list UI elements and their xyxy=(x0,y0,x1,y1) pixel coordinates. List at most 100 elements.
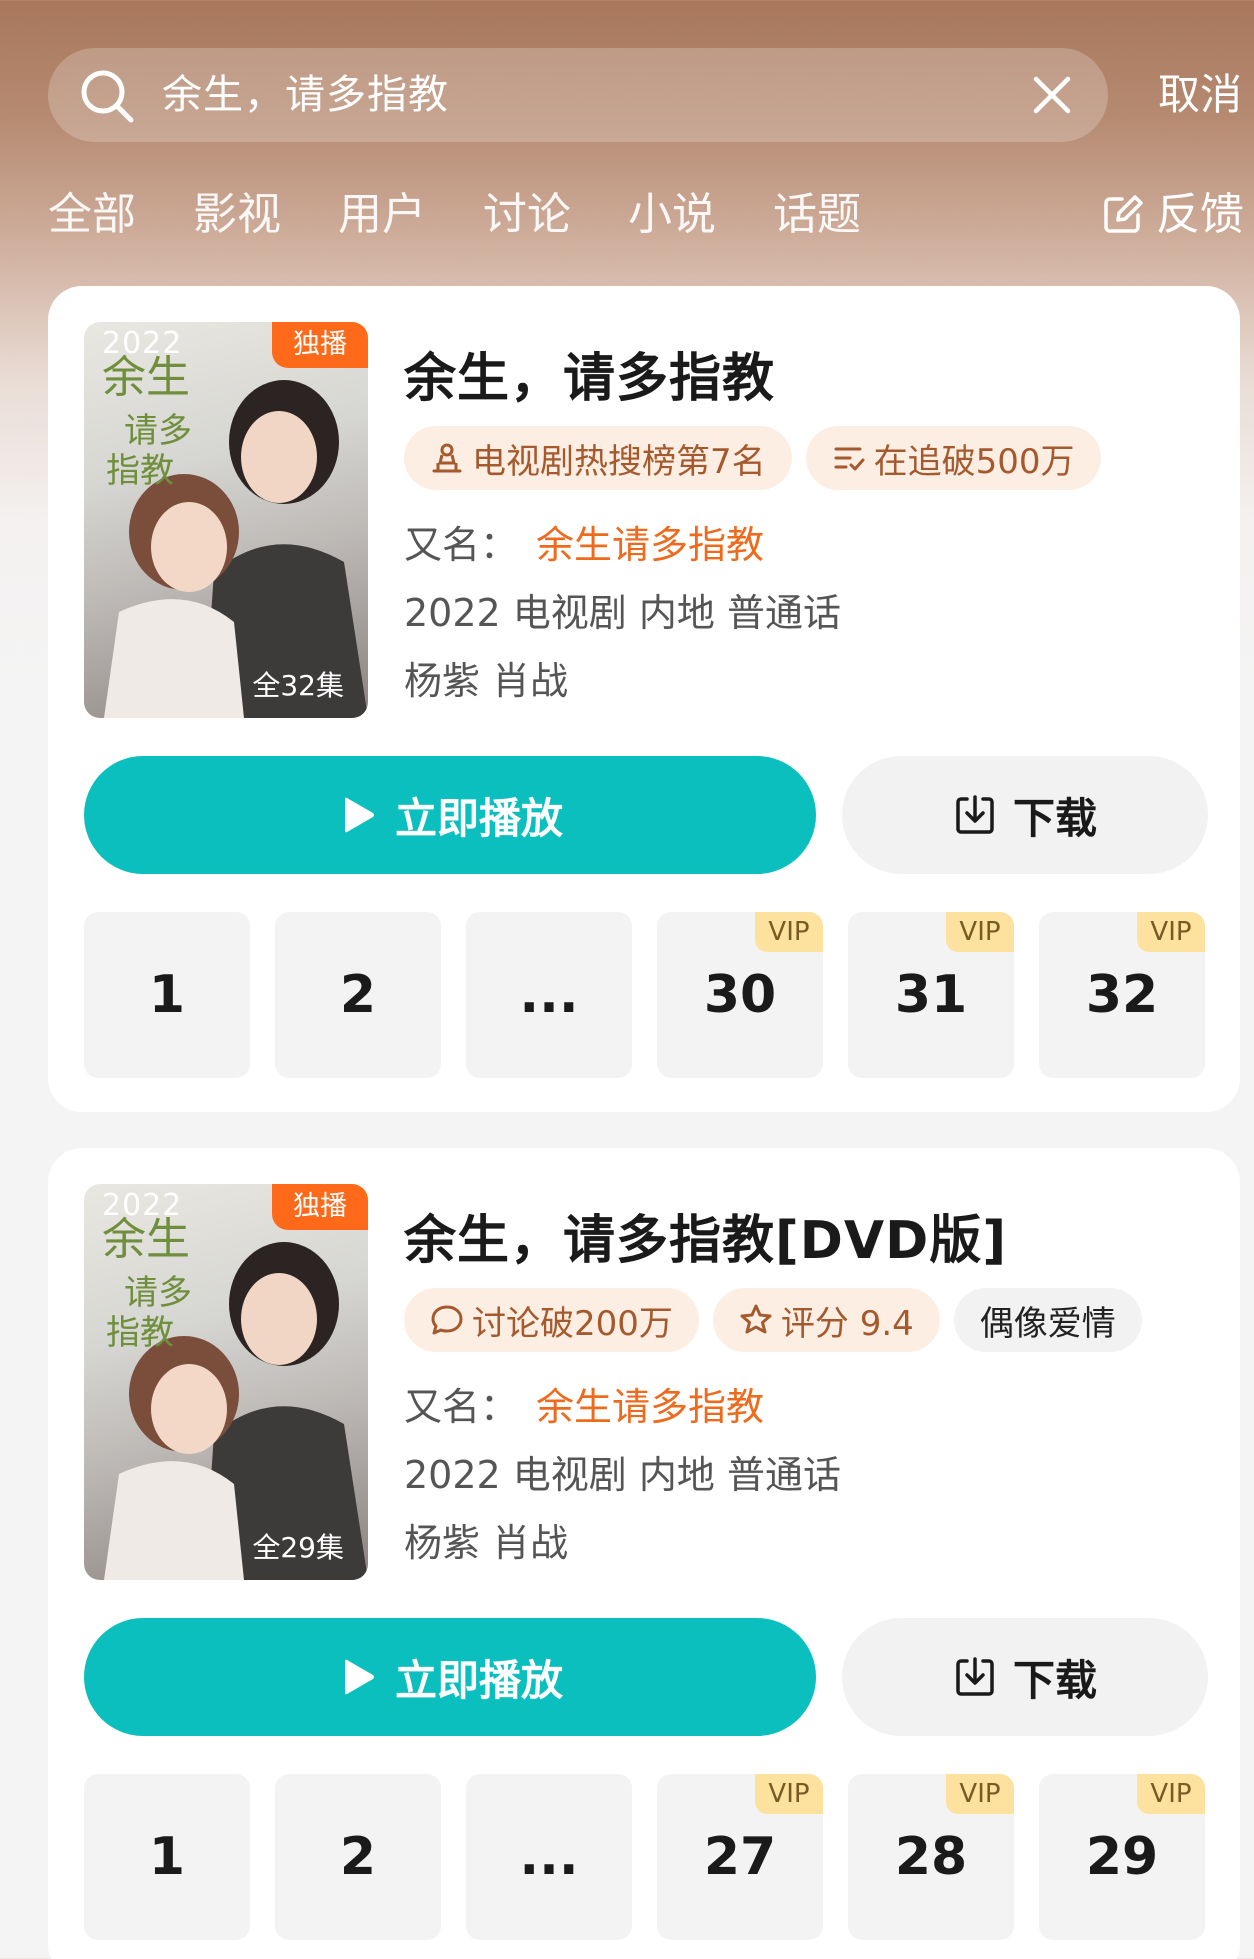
episode-button[interactable]: VIP 30 xyxy=(657,912,823,1078)
clear-icon[interactable] xyxy=(1032,75,1072,115)
episode-number: 1 xyxy=(148,1827,186,1887)
episode-button[interactable]: 2 xyxy=(275,912,441,1078)
svg-text:指教: 指教 xyxy=(106,1313,174,1353)
tag-row: 讨论破200万 评分 9.4 偶像爱情 xyxy=(404,1288,1156,1352)
poster-image[interactable]: 余生 请多 指教 2022 独播 全32集 xyxy=(84,322,368,718)
episode-number: ... xyxy=(519,1827,579,1887)
comment-icon xyxy=(431,1305,463,1335)
tag-label: 评分 9.4 xyxy=(780,1303,914,1344)
feedback-button[interactable]: 反馈 xyxy=(1100,185,1244,245)
search-bar[interactable]: 余生，请多指教 xyxy=(48,48,1108,142)
tab-all[interactable]: 全部 xyxy=(48,185,136,245)
episode-button[interactable]: 2 xyxy=(275,1774,441,1940)
tab-users[interactable]: 用户 xyxy=(338,185,426,245)
tab-video[interactable]: 影视 xyxy=(193,185,281,245)
exclusive-badge: 独播 xyxy=(272,322,368,368)
play-label: 立即播放 xyxy=(394,1655,563,1705)
star-icon xyxy=(740,1304,772,1334)
svg-text:指教: 指教 xyxy=(106,451,174,491)
rank-icon xyxy=(432,443,462,473)
alias-label: 又名： xyxy=(404,1385,519,1429)
show-title[interactable]: 余生，请多指教 xyxy=(404,336,775,411)
svg-text:请多: 请多 xyxy=(124,1273,192,1313)
tag-row: 电视剧热搜榜第7名 在追破500万 xyxy=(404,426,1115,490)
play-label: 立即播放 xyxy=(394,793,563,843)
show-title[interactable]: 余生，请多指教[DVD版] xyxy=(404,1198,1007,1273)
episode-button[interactable]: VIP 27 xyxy=(657,1774,823,1940)
edit-icon xyxy=(1104,195,1143,233)
tag-discussion[interactable]: 讨论破200万 xyxy=(404,1288,699,1352)
tag-hot-rank[interactable]: 电视剧热搜榜第7名 xyxy=(404,426,792,490)
search-icon xyxy=(81,70,134,123)
poster-image[interactable]: 余生 请多 指教 2022 独播 全29集 xyxy=(84,1184,368,1580)
result-card: 余生 请多 指教 2022 独播 全32集 余生，请多指教 电视剧热搜榜第7名 xyxy=(48,286,1240,1112)
show-meta: 2022 电视剧 内地 普通话 xyxy=(404,591,841,635)
show-cast[interactable]: 杨紫 肖战 xyxy=(404,1512,568,1567)
result-card: 余生 请多 指教 2022 独播 全29集 余生，请多指教[DVD版] 讨论破2… xyxy=(48,1148,1240,1959)
tag-label: 在追破500万 xyxy=(873,441,1075,482)
download-label: 下载 xyxy=(1012,1655,1097,1705)
play-icon xyxy=(344,797,374,833)
follow-list-icon xyxy=(834,447,865,471)
exclusive-badge: 独播 xyxy=(272,1184,368,1230)
alias-value[interactable]: 余生请多指教 xyxy=(536,1385,764,1429)
episode-button[interactable]: VIP 32 xyxy=(1039,912,1205,1078)
svg-text:请多: 请多 xyxy=(124,411,192,451)
vip-badge: VIP xyxy=(755,1774,823,1814)
episode-number: 2 xyxy=(339,1827,377,1887)
episode-more-button[interactable]: ... xyxy=(466,1774,632,1940)
episode-number: 32 xyxy=(1085,965,1159,1025)
tag-label: 偶像爱情 xyxy=(979,1303,1116,1344)
episode-number: 30 xyxy=(703,965,777,1025)
alias-value[interactable]: 余生请多指教 xyxy=(536,523,764,567)
episode-button[interactable]: 1 xyxy=(84,912,250,1078)
download-button[interactable]: 下载 xyxy=(842,1618,1208,1736)
play-icon xyxy=(344,1659,374,1695)
poster-year: 2022 xyxy=(102,326,183,361)
episode-button[interactable]: VIP 29 xyxy=(1039,1774,1205,1940)
episode-grid: 1 2 ... VIP 30 VIP 31 VIP 32 xyxy=(84,912,1205,1078)
vip-badge: VIP xyxy=(755,912,823,952)
tab-topic[interactable]: 话题 xyxy=(773,185,861,245)
vip-badge: VIP xyxy=(1137,1774,1205,1814)
download-button[interactable]: 下载 xyxy=(842,756,1208,874)
cancel-button[interactable]: 取消 xyxy=(1158,48,1242,142)
episode-count: 全29集 xyxy=(252,1531,344,1564)
tag-followers[interactable]: 在追破500万 xyxy=(805,426,1101,490)
tag-rating[interactable]: 评分 9.4 xyxy=(712,1288,940,1352)
download-icon xyxy=(956,795,994,834)
episode-grid: 1 2 ... VIP 27 VIP 28 VIP 29 xyxy=(84,1774,1205,1940)
episode-more-button[interactable]: ... xyxy=(466,912,632,1078)
episode-number: 31 xyxy=(894,965,968,1025)
episode-number: 1 xyxy=(148,965,186,1025)
tag-label: 讨论破200万 xyxy=(472,1303,673,1344)
vip-badge: VIP xyxy=(946,912,1014,952)
episode-button[interactable]: VIP 31 xyxy=(848,912,1014,1078)
poster-artwork: 余生 请多 指教 xyxy=(102,352,368,718)
alias-line: 又名： 余生请多指教 xyxy=(404,1376,764,1431)
vip-badge: VIP xyxy=(946,1774,1014,1814)
tab-discussion[interactable]: 讨论 xyxy=(483,185,571,245)
episode-button[interactable]: VIP 28 xyxy=(848,1774,1014,1940)
episode-number: 28 xyxy=(894,1827,968,1887)
tab-novel[interactable]: 小说 xyxy=(628,185,716,245)
show-cast[interactable]: 杨紫 肖战 xyxy=(404,650,568,705)
play-now-button[interactable]: 立即播放 xyxy=(84,1618,816,1736)
episode-number: 29 xyxy=(1085,1827,1159,1887)
category-tabs: 全部 影视 用户 讨论 小说 话题 xyxy=(48,185,918,245)
poster-artwork: 余生 请多 指教 xyxy=(102,1214,368,1580)
episode-count: 全32集 xyxy=(252,669,344,702)
feedback-label: 反馈 xyxy=(1156,189,1244,240)
alias-line: 又名： 余生请多指教 xyxy=(404,514,764,569)
tag-genre[interactable]: 偶像爱情 xyxy=(953,1288,1142,1352)
tag-label: 电视剧热搜榜第7名 xyxy=(472,441,766,482)
episode-number: 27 xyxy=(703,1827,777,1887)
episode-number: 2 xyxy=(339,965,377,1025)
episode-button[interactable]: 1 xyxy=(84,1774,250,1940)
vip-badge: VIP xyxy=(1137,912,1205,952)
download-icon xyxy=(956,1657,994,1696)
alias-label: 又名： xyxy=(404,523,519,567)
poster-year: 2022 xyxy=(102,1188,183,1223)
search-input[interactable]: 余生，请多指教 xyxy=(162,48,449,142)
play-now-button[interactable]: 立即播放 xyxy=(84,756,816,874)
